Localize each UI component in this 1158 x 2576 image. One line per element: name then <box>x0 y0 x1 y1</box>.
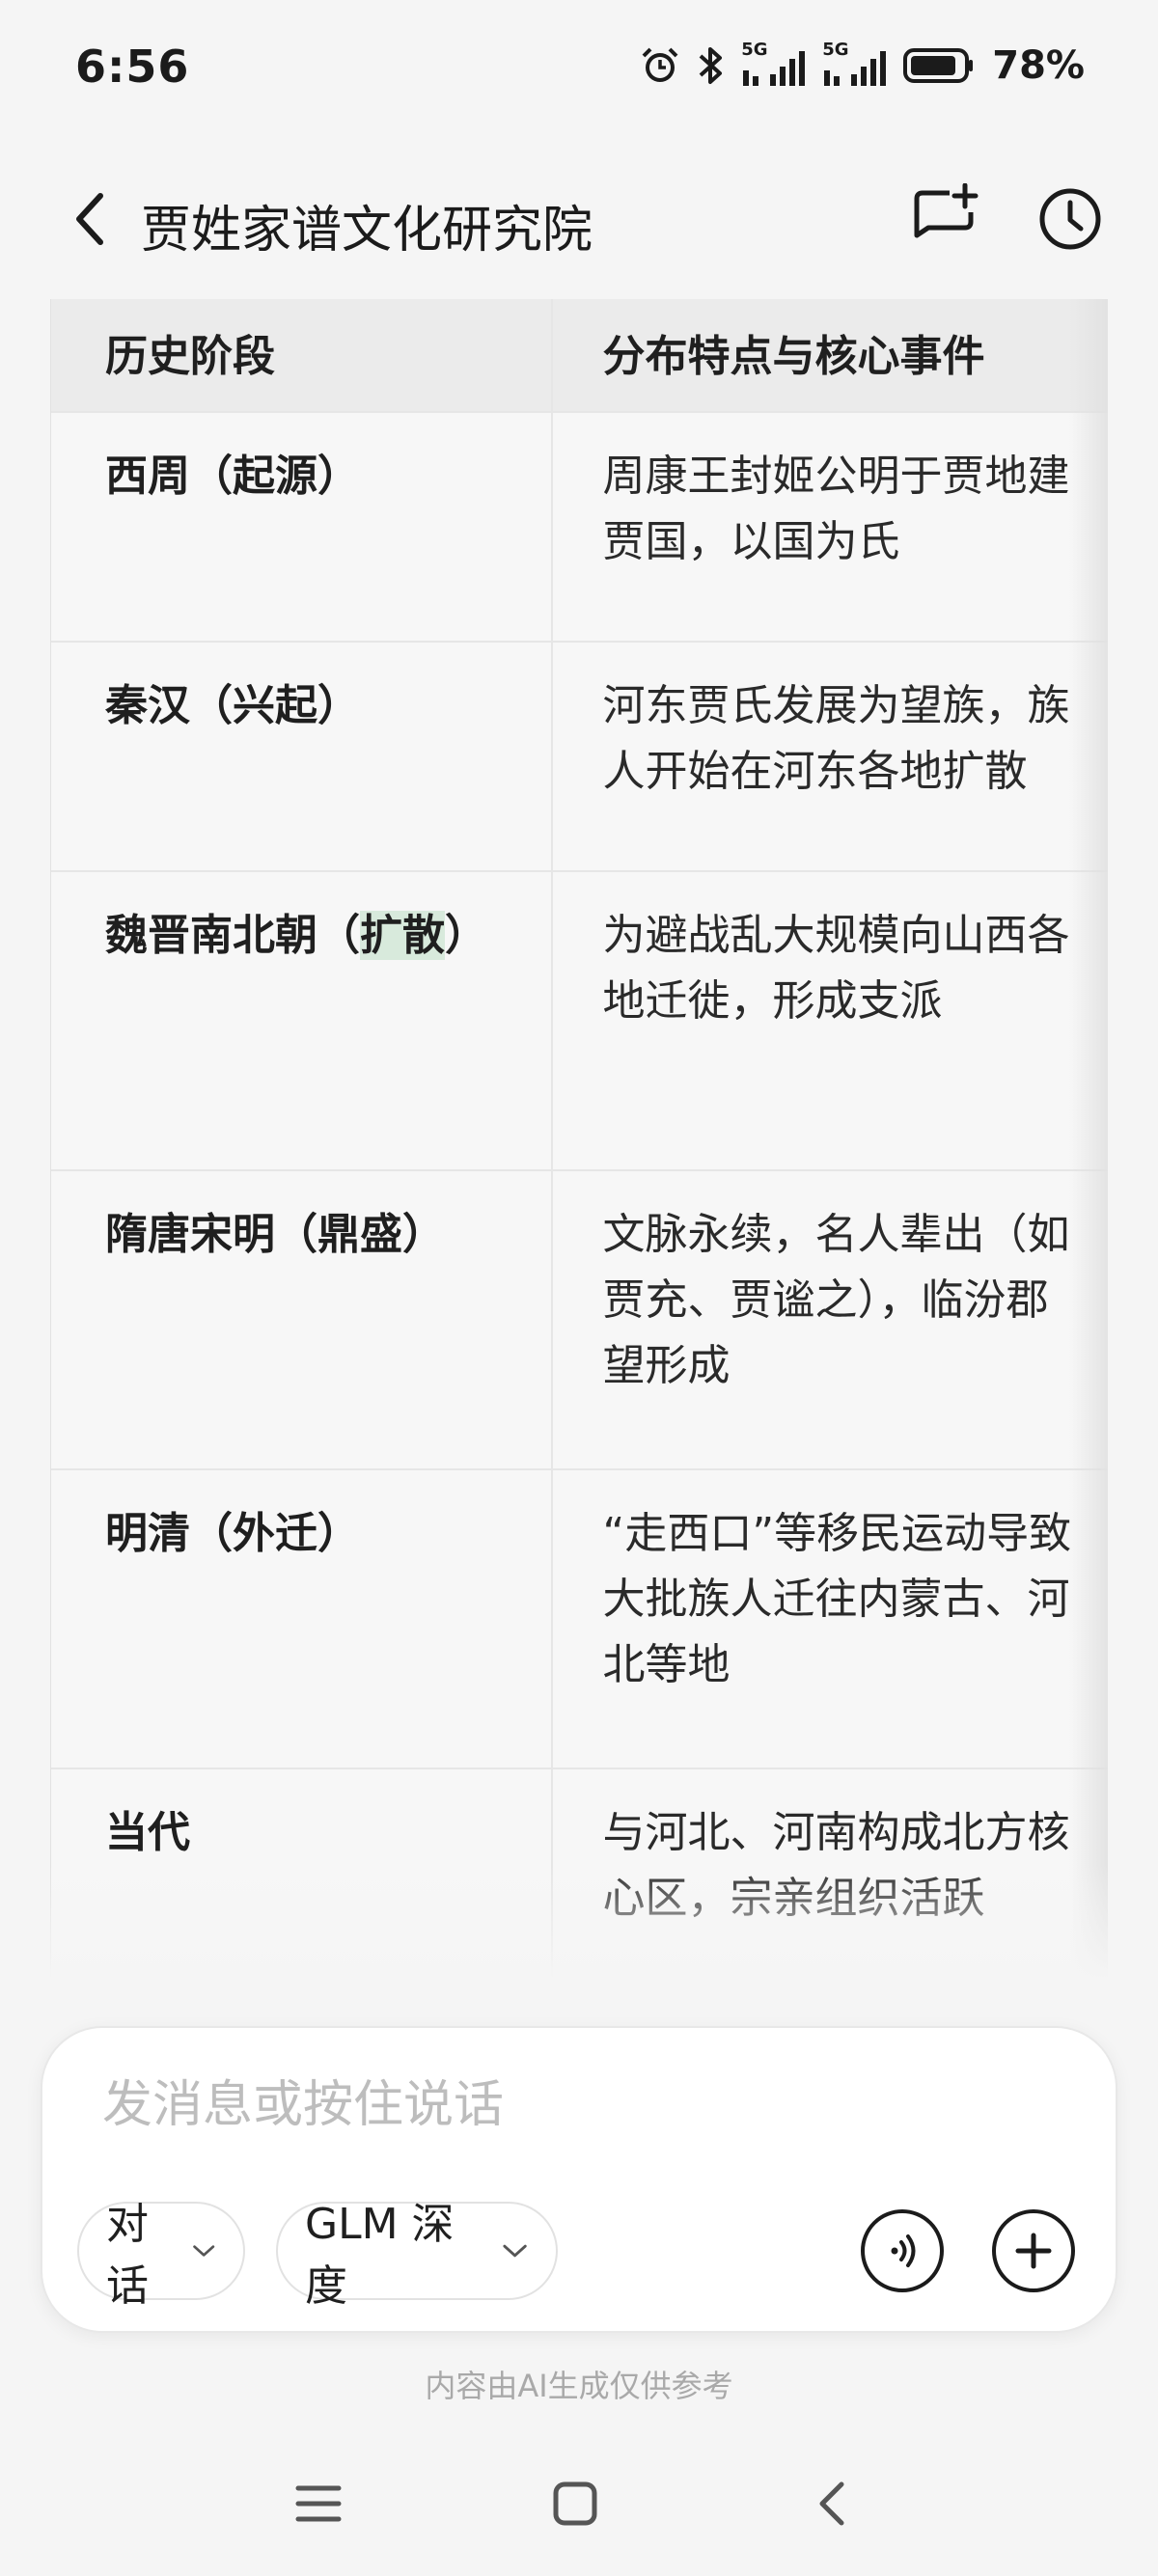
back-icon <box>819 2481 844 2526</box>
table-row: 秦汉（兴起） 河东贾氏发展为望族，族 人开始在河东各地扩散 <box>51 643 1108 872</box>
table-row: 西周（起源） 周康王封姬公明于贾地建 贾国，以国为氏 <box>51 413 1108 643</box>
screen: 6:56 5G 5G 78% 贾姓家谱文化研究院 历史阶段 分布特点与核心事件 … <box>0 0 1158 2576</box>
table-cell: 河东贾氏发展为望族，族 人开始在河东各地扩散 <box>552 643 1108 872</box>
table-cell: “走西口”等移民运动导致 大批族人迁往内蒙古、河 北等地 <box>552 1470 1108 1769</box>
table-cell: 秦汉（兴起） <box>51 643 553 872</box>
signal-5g-icon: 5G <box>741 40 809 90</box>
back-button[interactable] <box>60 185 118 253</box>
header-desc: 分布特点与核心事件 <box>602 332 985 381</box>
history-clock-icon <box>1039 188 1101 250</box>
voice-button[interactable] <box>861 2209 944 2292</box>
desc-line: 周康王封姬公明于贾地建 <box>602 452 1070 501</box>
highlighted-text: 扩散 <box>360 911 445 960</box>
desc-line: 望形成 <box>602 1341 731 1390</box>
table-scroll-area[interactable]: 历史阶段 分布特点与核心事件 西周（起源） 周康王封姬公明于贾地建 贾国，以国为… <box>50 299 1108 1980</box>
bluetooth-icon <box>695 43 728 88</box>
header-stage: 历史阶段 <box>105 332 275 381</box>
status-icons: 5G 5G 78% <box>639 39 1085 93</box>
message-composer: 对话 GLM 深度 <box>41 2026 1117 2333</box>
mode-selector[interactable]: 对话 <box>77 2200 245 2311</box>
nav-back-button[interactable] <box>793 2470 870 2537</box>
page-title: 贾姓家谱文化研究院 <box>141 202 593 260</box>
desc-line: 地迁徙，形成支派 <box>602 976 943 1026</box>
system-nav-bar <box>0 2451 1158 2557</box>
battery-percent: 78% <box>992 43 1085 88</box>
table-cell: 魏晋南北朝（扩散） <box>51 872 553 1171</box>
model-selector[interactable]: GLM 深度 <box>276 2200 558 2311</box>
new-chat-button[interactable] <box>911 182 980 253</box>
stage-label-part: ） <box>445 911 487 960</box>
ai-disclaimer: 内容由AI生成仅供参考 <box>425 2368 733 2404</box>
status-bar: 6:56 5G 5G 78% <box>0 0 1158 135</box>
nav-menu-button[interactable] <box>280 2470 357 2537</box>
battery-icon <box>903 46 975 85</box>
desc-line: 贾国，以国为氏 <box>602 517 900 566</box>
new-chat-icon <box>914 182 979 238</box>
chevron-down-icon <box>503 2244 527 2258</box>
desc-line: 人开始在河东各地扩散 <box>602 747 1028 796</box>
desc-line: 为避战乱大规模向山西各 <box>602 911 1070 960</box>
home-icon <box>553 2481 597 2526</box>
header: 贾姓家谱文化研究院 <box>0 162 1158 278</box>
model-label: GLM 深度 <box>305 2200 455 2311</box>
nav-home-button[interactable] <box>537 2470 614 2537</box>
table-header-cell: 分布特点与核心事件 <box>552 299 1108 413</box>
voice-icon <box>891 2234 916 2267</box>
table-header-cell: 历史阶段 <box>51 299 553 413</box>
chevron-left-icon <box>76 193 103 245</box>
signal-5g-icon: 5G <box>822 40 890 90</box>
history-button[interactable] <box>1034 183 1106 255</box>
table-row: 明清（外迁） “走西口”等移民运动导致 大批族人迁往内蒙古、河 北等地 <box>51 1470 1108 1769</box>
history-table: 历史阶段 分布特点与核心事件 西周（起源） 周康王封姬公明于贾地建 贾国，以国为… <box>50 299 1108 1980</box>
table-cell: 西周（起源） <box>51 413 553 643</box>
menu-icon <box>295 2485 342 2522</box>
table-cell: 隋唐宋明（鼎盛） <box>51 1171 553 1470</box>
desc-line: “走西口”等移民运动导致 <box>602 1509 1072 1558</box>
table-header-row: 历史阶段 分布特点与核心事件 <box>51 299 1108 413</box>
desc-line: 文脉永续，名人辈出（如 <box>602 1210 1070 1259</box>
desc-line: 北等地 <box>602 1640 731 1689</box>
alarm-icon <box>639 44 681 87</box>
mode-label: 对话 <box>106 2200 149 2311</box>
table-cell: 当代 <box>51 1769 553 1980</box>
table-cell: 周康王封姬公明于贾地建 贾国，以国为氏 <box>552 413 1108 643</box>
stage-label: 西周（起源） <box>105 452 360 501</box>
stage-label: 秦汉（兴起） <box>105 681 360 730</box>
stage-label: 明清（外迁） <box>105 1509 360 1558</box>
stage-label-part: 魏晋南北朝（ <box>105 911 360 960</box>
table-cell: 明清（外迁） <box>51 1470 553 1769</box>
stage-label: 魏晋南北朝（扩散） <box>105 901 551 971</box>
desc-line: 与河北、河南构成北方核 <box>602 1808 1070 1857</box>
desc-line: 心区，宗亲组织活跃 <box>602 1874 985 1923</box>
add-button[interactable] <box>992 2209 1075 2292</box>
desc-line: 贾充、贾谧之），临汾郡 <box>602 1275 1049 1325</box>
table-cell: 文脉永续，名人辈出（如 贾充、贾谧之），临汾郡 望形成 <box>552 1171 1108 1470</box>
desc-line: 河东贾氏发展为望族，族 <box>602 681 1070 730</box>
plus-icon <box>1015 2233 1052 2269</box>
table-row: 当代 与河北、河南构成北方核 心区，宗亲组织活跃 <box>51 1769 1108 1980</box>
message-input[interactable] <box>102 2067 1048 2144</box>
table-cell: 为避战乱大规模向山西各 地迁徙，形成支派 <box>552 872 1108 1171</box>
stage-label: 隋唐宋明（鼎盛） <box>105 1210 445 1259</box>
stage-label: 当代 <box>105 1808 190 1857</box>
table-row: 隋唐宋明（鼎盛） 文脉永续，名人辈出（如 贾充、贾谧之），临汾郡 望形成 <box>51 1171 1108 1470</box>
table-row: 魏晋南北朝（扩散） 为避战乱大规模向山西各 地迁徙，形成支派 <box>51 872 1108 1171</box>
chevron-down-icon <box>192 2245 214 2257</box>
status-time: 6:56 <box>75 41 190 93</box>
table-cell: 与河北、河南构成北方核 心区，宗亲组织活跃 <box>553 1769 1108 1980</box>
desc-line: 大批族人迁往内蒙古、河 <box>602 1575 1070 1624</box>
